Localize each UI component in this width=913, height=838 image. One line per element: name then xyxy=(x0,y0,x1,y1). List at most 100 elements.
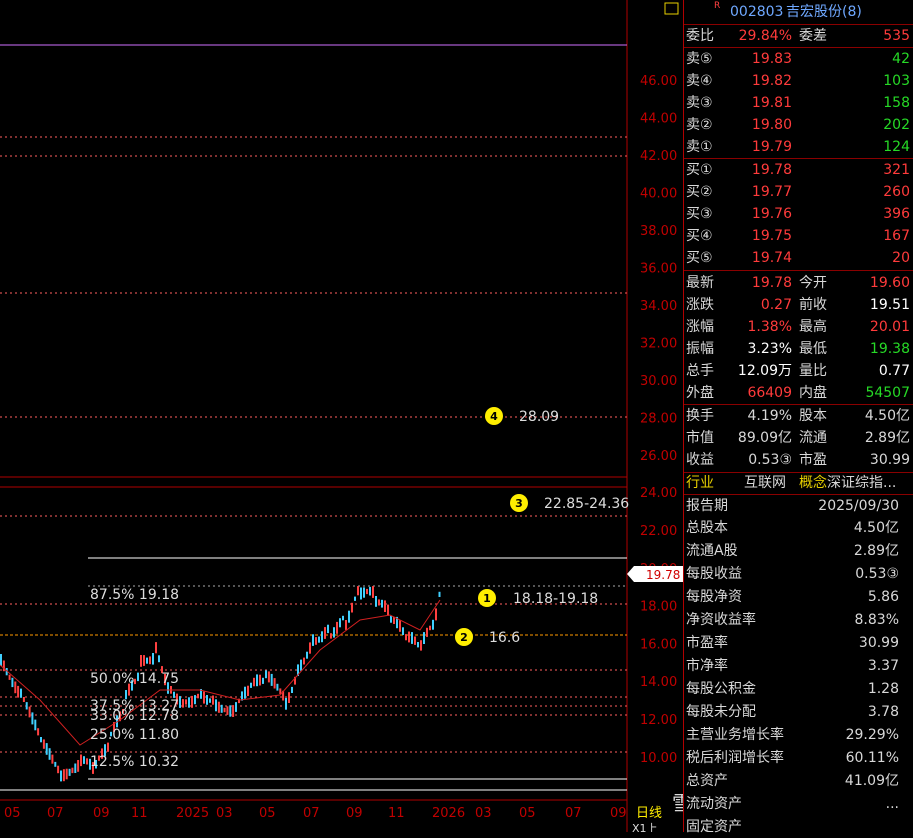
ask-volume: 42 xyxy=(892,51,910,67)
finance-value: 5.86 xyxy=(867,589,899,605)
current-price-marker: 19.78 xyxy=(627,566,683,582)
finance-row: 总资产 41.09亿 xyxy=(684,770,913,792)
quote-label: 最高 xyxy=(799,319,827,335)
bid-row: 买① 19.78 321 xyxy=(684,159,913,181)
date-tick: 09 xyxy=(610,806,627,821)
quote-label: 最新 xyxy=(686,275,714,291)
finance-value: 60.11% xyxy=(845,750,899,766)
quote-label: 最低 xyxy=(799,341,827,357)
bid-label: 买② xyxy=(686,184,713,200)
finance-row: 主营业务增长率 29.29% xyxy=(684,724,913,746)
bid-price: 19.78 xyxy=(751,162,792,178)
finance-value: 0.53③ xyxy=(855,566,899,582)
finance-label: 总股本 xyxy=(686,520,728,536)
price-tick: 40.00 xyxy=(640,187,677,202)
quote-row: 振幅 3.23% 最低 19.38 xyxy=(684,338,913,360)
finance-label: 市净率 xyxy=(686,658,728,674)
bid-price: 19.75 xyxy=(751,228,792,244)
finance-value: 41.09亿 xyxy=(844,773,899,789)
date-axis: 05 07 09 11 2025 03 05 07 09 11 2026 03 05 07 09 xyxy=(4,806,627,821)
quote-row: 涨幅 1.38% 最高 20.01 xyxy=(684,316,913,338)
finance-row: 固定资产 xyxy=(684,816,913,838)
finance-row: 每股未分配 3.78 xyxy=(684,701,913,723)
price-tick: 30.00 xyxy=(640,374,677,389)
price-tick: 34.00 xyxy=(640,299,677,314)
price-tick: 18.00 xyxy=(640,600,677,615)
finance-label: 净资收益率 xyxy=(686,612,756,628)
date-tick: 2026 xyxy=(432,806,465,821)
industry-row[interactable]: 行业 互联网 概念 深证综指... xyxy=(684,472,913,494)
finance-value: 3.37 xyxy=(867,658,899,674)
finance-label: 主营业务增长率 xyxy=(686,727,784,743)
quote-row: 涨跌 0.27 前收 19.51 xyxy=(684,294,913,316)
commission-row: 委比 29.84% 委差 535 xyxy=(686,28,910,44)
ask-row: 卖⑤ 19.83 42 xyxy=(684,48,913,70)
date-tick: 2025 xyxy=(176,806,209,821)
bid-row: 买③ 19.76 396 xyxy=(684,203,913,225)
period-label[interactable]: 日线 xyxy=(636,806,662,821)
quote-row: 最新 19.78 今开 19.60 xyxy=(684,272,913,294)
finance-row: 每股收益 0.53③ xyxy=(684,563,913,585)
svg-text:16.6: 16.6 xyxy=(489,630,520,646)
quote-label: 内盘 xyxy=(799,385,827,401)
target-3: 3 22.85-24.36 xyxy=(510,494,629,512)
finance-row: 流动资产 ... xyxy=(684,793,913,815)
bid-volume: 396 xyxy=(883,206,910,222)
quote-value: 20.01 xyxy=(869,319,910,335)
svg-text:3: 3 xyxy=(515,497,523,510)
date-tick: 03 xyxy=(216,806,233,821)
finance-value: 1.28 xyxy=(867,681,899,697)
finance-value: ... xyxy=(885,796,899,812)
finance-row: 总股本 4.50亿 xyxy=(684,517,913,539)
price-tick: 32.00 xyxy=(640,337,677,352)
finance-row: 净资收益率 8.83% xyxy=(684,609,913,631)
ask-row: 卖③ 19.81 158 xyxy=(684,92,913,114)
price-tick: 46.00 xyxy=(640,74,677,89)
date-tick: 05 xyxy=(519,806,536,821)
ask-price: 19.82 xyxy=(751,73,792,89)
stat-label: 股本 xyxy=(799,408,827,424)
r-mark: R xyxy=(714,1,721,11)
stat-label: 收益 xyxy=(686,452,714,468)
svg-text:28.09: 28.09 xyxy=(519,409,559,425)
date-tick: 11 xyxy=(131,806,148,821)
price-tick: 24.00 xyxy=(640,486,677,501)
finance-label: 总资产 xyxy=(686,773,728,789)
bid-row: 买④ 19.75 167 xyxy=(684,225,913,247)
moving-average-line xyxy=(0,599,441,746)
stat-row: 换手 4.19% 股本 4.50亿 xyxy=(684,405,913,427)
ask-volume: 202 xyxy=(883,117,910,133)
stat-row: 收益 0.53③ 市盈 30.99 xyxy=(684,449,913,471)
quote-panel: R 002803 吉宏股份(8) 委比 29.84% 委差 535 卖⑤ 19.… xyxy=(683,0,913,835)
stat-value: 2.89亿 xyxy=(864,430,910,446)
bid-volume: 321 xyxy=(883,162,910,178)
price-tick: 44.00 xyxy=(640,112,677,127)
ask-volume: 124 xyxy=(883,139,910,155)
finance-row: 市净率 3.37 xyxy=(684,655,913,677)
date-tick: 09 xyxy=(93,806,110,821)
fib-label-12: 12.5% 10.32 xyxy=(90,754,179,770)
finance-label: 每股公积金 xyxy=(686,681,756,697)
ask-label: 卖② xyxy=(686,117,713,133)
ask-label: 卖⑤ xyxy=(686,51,713,67)
svg-text:1: 1 xyxy=(483,592,491,605)
quote-label: 涨跌 xyxy=(686,297,714,313)
stat-value: 4.50亿 xyxy=(864,408,910,424)
svg-text:4: 4 xyxy=(490,410,498,423)
stat-value: 0.53③ xyxy=(748,452,792,468)
window-icon[interactable] xyxy=(664,2,679,15)
finance-value: 30.99 xyxy=(858,635,899,651)
date-tick: 05 xyxy=(259,806,276,821)
fib-label-25: 25.0% 11.80 xyxy=(90,727,179,743)
zoom-label[interactable]: X1上 xyxy=(632,822,658,832)
quote-value: 66409 xyxy=(747,385,792,401)
bid-price: 19.77 xyxy=(751,184,792,200)
finance-label: 每股净资 xyxy=(686,589,742,605)
stat-value: 30.99 xyxy=(869,452,910,468)
finance-row: 每股净资 5.86 xyxy=(684,586,913,608)
quote-label: 前收 xyxy=(799,297,827,313)
report-period-row: 报告期 2025/09/30 xyxy=(686,498,899,514)
stock-name: 吉宏股份(8) xyxy=(786,4,862,20)
kline-chart[interactable]: 46.00 44.00 42.00 40.00 38.00 36.00 34.00 32.00… xyxy=(0,0,683,832)
finance-label: 税后利润增长率 xyxy=(686,750,784,766)
